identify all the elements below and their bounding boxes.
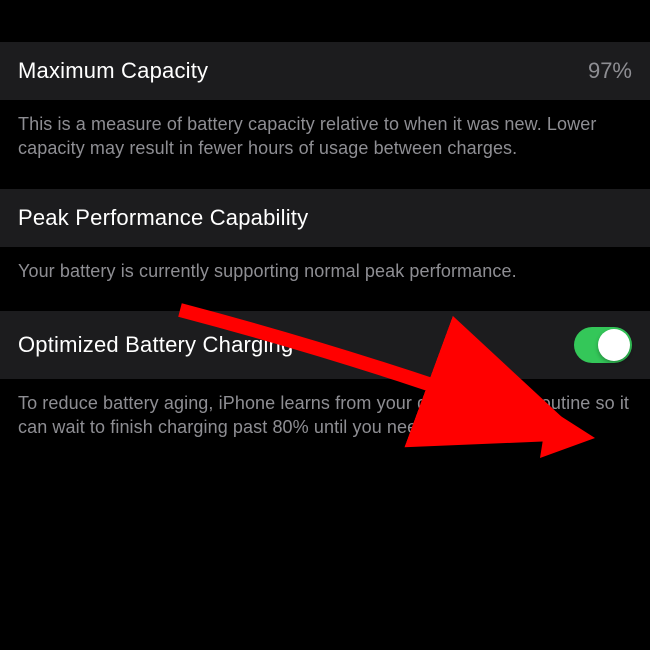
maximum-capacity-row[interactable]: Maximum Capacity 97%	[0, 42, 650, 100]
optimized-charging-toggle[interactable]	[574, 327, 632, 363]
maximum-capacity-value: 97%	[588, 58, 632, 84]
maximum-capacity-label: Maximum Capacity	[18, 58, 208, 84]
maximum-capacity-description: This is a measure of battery capacity re…	[0, 100, 650, 189]
optimized-charging-label: Optimized Battery Charging	[18, 332, 293, 358]
peak-performance-description: Your battery is currently supporting nor…	[0, 247, 650, 311]
optimized-charging-description: To reduce battery aging, iPhone learns f…	[0, 379, 650, 468]
optimized-charging-row[interactable]: Optimized Battery Charging	[0, 311, 650, 379]
toggle-knob	[598, 329, 630, 361]
peak-performance-row[interactable]: Peak Performance Capability	[0, 189, 650, 247]
settings-list: Maximum Capacity 97% This is a measure o…	[0, 0, 650, 467]
peak-performance-label: Peak Performance Capability	[18, 205, 308, 231]
